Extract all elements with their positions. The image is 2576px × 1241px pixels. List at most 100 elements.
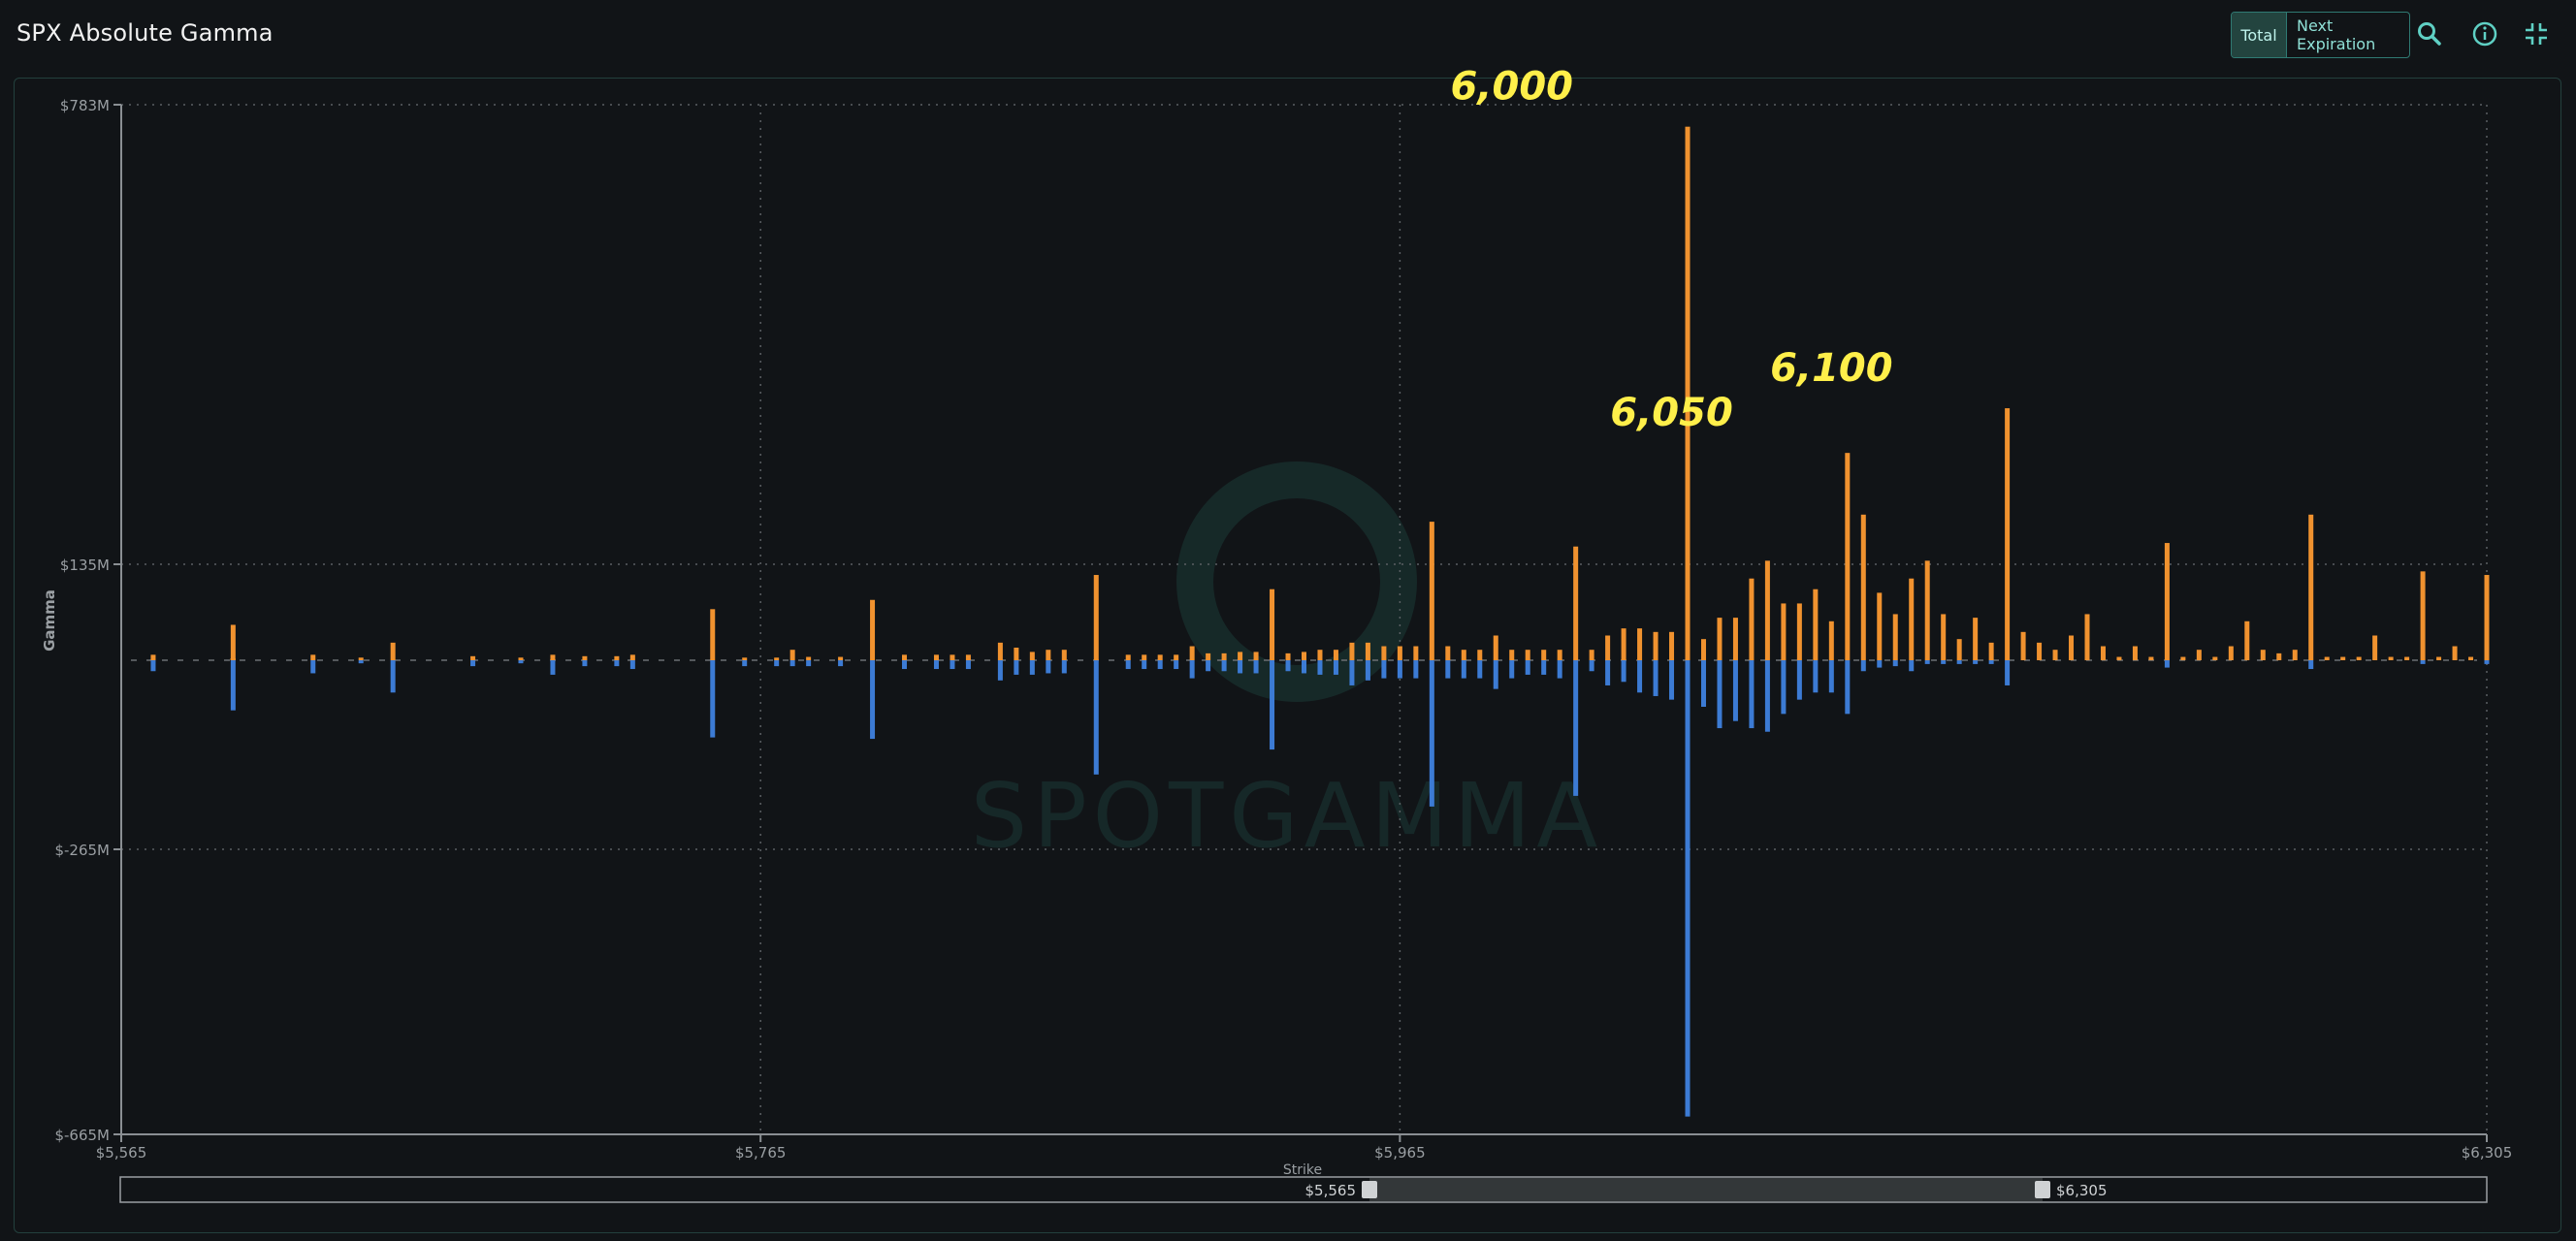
bar-put-gamma[interactable] [1605,660,1611,685]
bar-put-gamma[interactable] [965,660,971,670]
bar-call-gamma[interactable] [2292,650,2298,660]
bar-call-gamma[interactable] [2212,656,2218,660]
bar-put-gamma[interactable] [1461,660,1466,679]
bar-call-gamma[interactable] [1605,635,1611,661]
bar-call-gamma[interactable] [965,654,971,660]
bar-put-gamma[interactable] [1189,660,1195,679]
bar-call-gamma[interactable] [1413,646,1419,660]
bar-put-gamma[interactable] [2005,660,2011,685]
bar-call-gamma[interactable] [2116,656,2122,660]
bar-put-gamma[interactable] [1909,660,1915,672]
bar-put-gamma[interactable] [1700,660,1706,707]
bar-call-gamma[interactable] [1956,639,1962,660]
bar-call-gamma[interactable] [310,654,316,660]
bar-put-gamma[interactable] [2164,660,2170,668]
bar-put-gamma[interactable] [1333,660,1338,675]
bar-put-gamma[interactable] [1877,660,1883,668]
bar-call-gamma[interactable] [470,655,476,660]
bar-put-gamma[interactable] [1573,660,1579,796]
bar-call-gamma[interactable] [1477,650,1483,660]
bar-put-gamma[interactable] [838,660,844,667]
bar-call-gamma[interactable] [1749,578,1755,660]
bar-call-gamma[interactable] [2276,652,2282,660]
bar-call-gamma[interactable] [1238,652,1243,660]
bar-put-gamma[interactable] [1892,660,1898,667]
bar-put-gamma[interactable] [1317,660,1323,675]
bar-put-gamma[interactable] [1717,660,1723,729]
bar-call-gamma[interactable] [1700,639,1706,660]
bar-put-gamma[interactable] [390,660,396,693]
bar-put-gamma[interactable] [1860,660,1866,672]
bar-call-gamma[interactable] [710,609,716,660]
bar-call-gamma[interactable] [1589,650,1594,660]
bar-call-gamma[interactable] [614,655,620,660]
bar-call-gamma[interactable] [789,650,795,660]
bar-put-gamma[interactable] [1669,660,1675,700]
bar-call-gamma[interactable] [1046,650,1051,660]
bar-put-gamma[interactable] [2420,660,2426,664]
bar-put-gamma[interactable] [1509,660,1515,679]
bar-call-gamma[interactable] [2308,514,2314,660]
bar-put-gamma[interactable] [933,660,939,670]
bar-call-gamma[interactable] [1206,652,1211,660]
bar-put-gamma[interactable] [1381,660,1387,679]
bar-call-gamma[interactable] [1525,650,1530,660]
bar-put-gamma[interactable] [1828,660,1834,693]
range-slider-selection[interactable] [1369,1178,2043,1201]
bar-call-gamma[interactable] [1189,646,1195,660]
bar-put-gamma[interactable] [1493,660,1498,689]
bar-call-gamma[interactable] [1828,620,1834,660]
bar-put-gamma[interactable] [1014,660,1019,675]
bar-put-gamma[interactable] [1924,660,1930,664]
bar-put-gamma[interactable] [950,660,955,670]
bar-put-gamma[interactable] [1238,660,1243,674]
bar-call-gamma[interactable] [582,655,588,660]
bar-put-gamma[interactable] [1046,660,1051,674]
bar-put-gamma[interactable] [1477,660,1483,679]
bar-call-gamma[interactable] [2324,656,2330,660]
bar-put-gamma[interactable] [1142,660,1147,670]
bar-call-gamma[interactable] [2356,656,2362,660]
bar-call-gamma[interactable] [1142,654,1147,660]
bar-call-gamma[interactable] [1333,650,1338,660]
bar-call-gamma[interactable] [1174,654,1179,660]
bar-put-gamma[interactable] [806,660,812,667]
bar-call-gamma[interactable] [1381,646,1387,660]
bar-put-gamma[interactable] [1685,660,1690,1117]
bar-call-gamma[interactable] [1717,618,1723,660]
bar-put-gamma[interactable] [1397,660,1402,679]
bar-call-gamma[interactable] [1557,650,1562,660]
bar-call-gamma[interactable] [2148,656,2154,660]
bar-put-gamma[interactable] [1125,660,1131,670]
bar-put-gamma[interactable] [1349,660,1355,685]
bar-call-gamma[interactable] [2340,656,2346,660]
bar-put-gamma[interactable] [1589,660,1594,672]
bar-put-gamma[interactable] [1413,660,1419,679]
bar-put-gamma[interactable] [1813,660,1819,693]
bar-put-gamma[interactable] [710,660,716,738]
bar-put-gamma[interactable] [1365,660,1370,681]
bar-call-gamma[interactable] [230,624,236,660]
bar-call-gamma[interactable] [1509,650,1515,660]
bar-call-gamma[interactable] [1429,522,1434,660]
bar-call-gamma[interactable] [2468,656,2474,660]
bar-call-gamma[interactable] [1764,560,1770,660]
bar-put-gamma[interactable] [1206,660,1211,672]
bar-put-gamma[interactable] [614,660,620,667]
bar-call-gamma[interactable] [2037,642,2043,660]
bar-put-gamma[interactable] [789,660,795,667]
bar-put-gamma[interactable] [1525,660,1530,675]
bar-call-gamma[interactable] [2372,635,2378,661]
bar-call-gamma[interactable] [2388,656,2394,660]
bar-call-gamma[interactable] [742,657,748,660]
bar-call-gamma[interactable] [997,642,1003,660]
bar-call-gamma[interactable] [1445,646,1451,660]
bar-put-gamma[interactable] [902,660,908,670]
bar-call-gamma[interactable] [358,657,364,660]
bar-put-gamma[interactable] [1637,660,1643,693]
bar-call-gamma[interactable] [1669,631,1675,660]
bar-put-gamma[interactable] [997,660,1003,681]
bar-call-gamma[interactable] [2404,656,2410,660]
bar-call-gamma[interactable] [1302,652,1306,660]
bar-put-gamma[interactable] [1781,660,1787,715]
